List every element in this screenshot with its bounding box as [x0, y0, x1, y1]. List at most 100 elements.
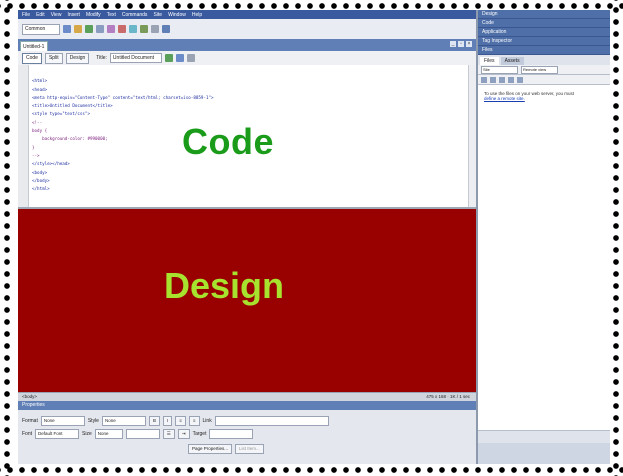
format-label: Format	[22, 418, 38, 424]
window-controls: _ ▫ ×	[450, 41, 472, 47]
tab-assets[interactable]: Assets	[500, 57, 524, 65]
media-icon[interactable]	[129, 25, 137, 33]
files-toolbar	[478, 75, 610, 85]
line-gutter	[18, 65, 29, 207]
email-icon[interactable]	[74, 25, 82, 33]
code-line: <html>	[32, 78, 48, 84]
menu-site[interactable]: Site	[153, 12, 162, 18]
comment-icon[interactable]	[151, 25, 159, 33]
code-line: <body>	[32, 169, 48, 175]
files-footer	[478, 430, 610, 443]
date-icon[interactable]	[140, 25, 148, 33]
properties-row-1: Format None Style None B I ≡ ≡ Link	[22, 416, 329, 426]
minimize-icon[interactable]: _	[450, 41, 456, 47]
view-select[interactable]: Remote view	[521, 65, 558, 74]
menu-bar: File Edit View Insert Modify Text Comman…	[18, 10, 480, 19]
title-label: Title:	[96, 55, 107, 61]
size-label: Size	[82, 431, 92, 437]
font-select[interactable]: Default Font	[35, 429, 80, 439]
menu-file[interactable]: File	[22, 12, 30, 18]
align-center-button[interactable]: ≡	[188, 416, 200, 426]
image-icon[interactable]	[118, 25, 126, 33]
get-files-icon[interactable]	[499, 76, 505, 83]
connect-icon[interactable]	[481, 76, 487, 83]
template-icon[interactable]	[162, 25, 170, 33]
align-left-button[interactable]: ≡	[175, 416, 186, 426]
browser-preview-icon[interactable]	[164, 54, 173, 62]
stamp-border-right	[609, 0, 623, 476]
target-select[interactable]	[209, 429, 254, 439]
code-overlay-label: Code	[182, 121, 274, 162]
anchor-icon[interactable]	[85, 25, 93, 33]
style-label: Style	[87, 418, 99, 424]
format-select[interactable]: None	[40, 416, 85, 426]
put-files-icon[interactable]	[508, 76, 514, 83]
panel-application[interactable]: Application	[478, 28, 610, 37]
font-label: Font	[22, 431, 33, 437]
files-tabs: Files Assets	[478, 55, 610, 65]
properties-row-2: Font Default Font Size None ☰ ⇥ Target	[22, 429, 254, 439]
code-line: <style type="text/css">	[32, 111, 90, 117]
close-icon[interactable]: ×	[466, 41, 472, 47]
menu-help[interactable]: Help	[192, 12, 202, 18]
hyperlink-icon[interactable]	[63, 25, 71, 33]
window-size-info: 475 x 168 · 1K / 1 sec	[426, 394, 470, 399]
status-bar: <body> 475 x 168 · 1K / 1 sec	[18, 392, 476, 401]
italic-button[interactable]: I	[162, 416, 173, 426]
style-select[interactable]: None	[101, 416, 146, 426]
insert-category-select[interactable]: Common	[22, 23, 60, 35]
insert-toolbar: Common	[18, 19, 480, 40]
panel-design[interactable]: Design	[478, 10, 610, 19]
layer-icon[interactable]	[107, 25, 115, 33]
refresh-icon[interactable]	[490, 76, 496, 83]
panel-tag-inspector[interactable]: Tag Inspector	[478, 37, 610, 46]
list-button[interactable]: ☰	[162, 429, 175, 439]
design-pane[interactable]: Design	[18, 209, 476, 392]
menu-commands[interactable]: Commands	[122, 12, 148, 18]
properties-row-3: Page Properties... List Item...	[188, 444, 264, 454]
menu-modify[interactable]: Modify	[86, 12, 101, 18]
tag-selector[interactable]: <body>	[22, 393, 37, 401]
menu-insert[interactable]: Insert	[67, 12, 80, 18]
files-body: To use the files on your web server, you…	[478, 85, 610, 430]
design-overlay-label: Design	[164, 265, 285, 306]
code-line: </html>	[32, 186, 50, 192]
title-input[interactable]: Untitled Document	[109, 53, 162, 63]
design-view-button[interactable]: Design	[65, 52, 90, 64]
panel-group: Design Code Application Tag Inspector Fi…	[476, 10, 610, 464]
document-toolbar: Code Split Design Title: Untitled Docume…	[18, 51, 480, 66]
list-item-button[interactable]: List Item...	[235, 444, 264, 454]
tab-files[interactable]: Files	[480, 57, 499, 65]
editor-window: File Edit View Insert Modify Text Comman…	[18, 10, 610, 464]
define-remote-site-link[interactable]: define a remote site.	[484, 96, 606, 101]
restore-icon[interactable]: ▫	[458, 41, 464, 47]
panel-code[interactable]: Code	[478, 19, 610, 28]
stamp-border-bottom	[0, 464, 623, 476]
properties-panel: Format None Style None B I ≡ ≡ Link Font…	[18, 410, 476, 464]
target-label: Target	[192, 431, 207, 437]
expand-icon[interactable]	[517, 76, 523, 83]
code-pane[interactable]: <html> <head> <meta http-equiv="Content-Ty…	[18, 65, 476, 209]
size-select[interactable]: None	[94, 429, 123, 439]
bold-button[interactable]: B	[148, 416, 160, 426]
files-site-bar: Site Remote view	[478, 65, 610, 75]
menu-text[interactable]: Text	[107, 12, 116, 18]
view-options-icon[interactable]	[186, 54, 195, 62]
stamp-border-left	[0, 0, 14, 476]
page-properties-button[interactable]: Page Properties...	[188, 444, 233, 454]
properties-panel-header[interactable]: Properties	[18, 401, 476, 410]
table-icon[interactable]	[96, 25, 104, 33]
color-field[interactable]	[125, 429, 160, 439]
code-view-button[interactable]: Code	[22, 52, 42, 64]
code-line: <head>	[32, 86, 48, 92]
site-select[interactable]: Site	[481, 65, 518, 74]
code-scrollbar[interactable]	[468, 65, 476, 207]
indent-button[interactable]: ⇥	[177, 429, 190, 439]
refresh-icon[interactable]	[175, 54, 184, 62]
link-input[interactable]	[214, 416, 329, 426]
panel-files[interactable]: Files	[478, 46, 610, 55]
menu-view[interactable]: View	[51, 12, 62, 18]
menu-window[interactable]: Window	[168, 12, 186, 18]
menu-edit[interactable]: Edit	[36, 12, 45, 18]
split-view-button[interactable]: Split	[44, 52, 63, 64]
